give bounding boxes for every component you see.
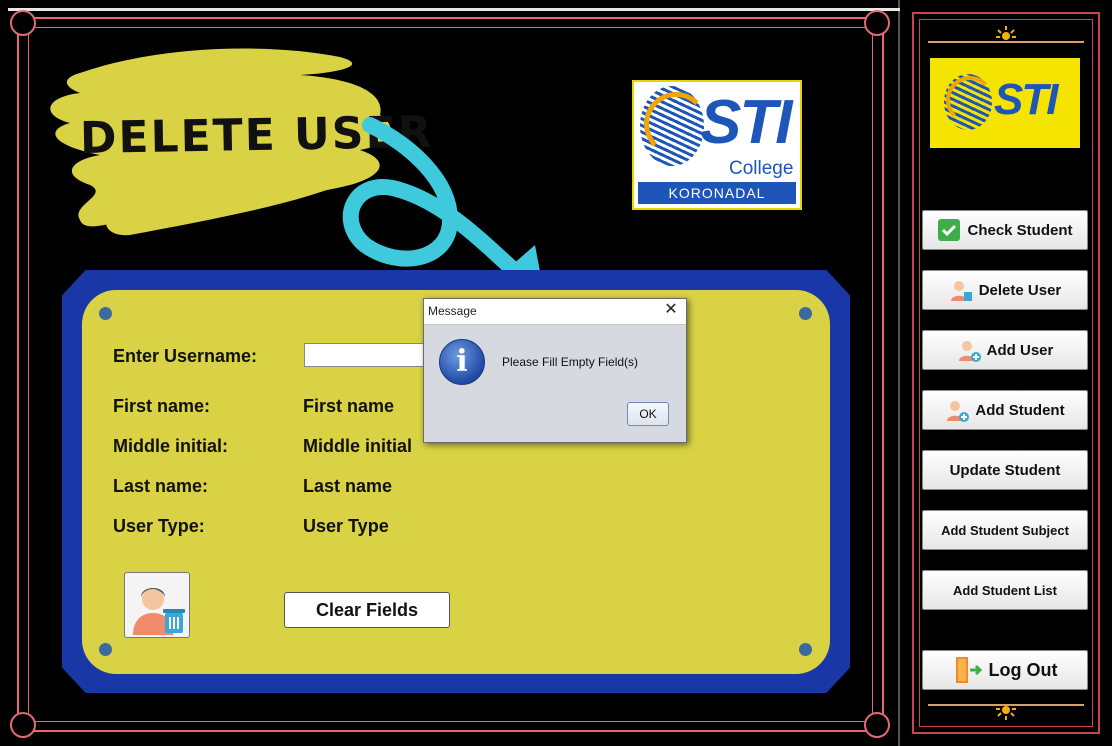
sidebar-button-label: Add Student List	[953, 582, 1057, 598]
frame-corner	[864, 712, 890, 738]
logo-campus: KORONADAL	[638, 182, 796, 204]
close-icon[interactable]: ✕	[662, 301, 680, 319]
add-student-list-button[interactable]: Add Student List	[922, 570, 1088, 610]
dialog-message: Please Fill Empty Field(s)	[502, 355, 639, 369]
frame-corner	[864, 10, 890, 36]
sidebar-button-label: Log Out	[988, 659, 1058, 680]
rivet	[799, 307, 812, 320]
sun-ornament-icon	[996, 706, 1016, 720]
info-icon: i	[439, 339, 485, 385]
rivet	[799, 643, 812, 656]
user-add-icon	[957, 338, 981, 362]
dialog-title: Message	[428, 304, 477, 318]
delete-user-button[interactable]	[124, 572, 190, 638]
sidebar-button-label: Delete User	[978, 281, 1062, 299]
user-type-value: User Type	[303, 516, 389, 536]
sidebar-button-label: Add Student	[975, 401, 1065, 419]
clear-fields-button[interactable]: Clear Fields	[284, 592, 450, 628]
first-name-label: First name:	[113, 396, 211, 416]
check-student-button[interactable]: Check Student	[922, 210, 1088, 250]
sidebar-logo: STI	[930, 58, 1080, 148]
frame-corner	[10, 10, 36, 36]
middle-initial-label: Middle initial:	[113, 436, 228, 456]
last-name-label: Last name:	[113, 476, 209, 496]
exit-door-icon	[953, 655, 983, 685]
user-trash-icon	[949, 278, 973, 302]
last-name-value: Last name	[303, 476, 393, 496]
frame-corner	[10, 712, 36, 738]
top-border	[8, 8, 900, 11]
log-out-button[interactable]: Log Out	[922, 650, 1088, 690]
sidebar: STI Check Student Delete User Add User A…	[912, 12, 1100, 734]
sidebar-button-label: Update Student	[949, 461, 1061, 479]
sti-college-logo: STI College KORONADAL	[632, 80, 802, 210]
middle-initial-value: Middle initial	[303, 436, 413, 456]
sidebar-button-label: Check Student	[967, 221, 1073, 239]
username-input[interactable]	[304, 343, 434, 367]
logo-brand: STI	[994, 75, 1058, 124]
user-type-label: User Type:	[113, 516, 205, 536]
username-label: Enter Username:	[113, 346, 258, 366]
sidebar-button-label: Add Student Subject	[941, 522, 1069, 538]
rivet	[99, 307, 112, 320]
add-student-subject-button[interactable]: Add Student Subject	[922, 510, 1088, 550]
rivet	[99, 643, 112, 656]
first-name-value: First name	[303, 396, 395, 416]
logo-subtitle: College	[729, 158, 794, 179]
sun-ornament-icon	[996, 26, 1016, 40]
add-user-button[interactable]: Add User	[922, 330, 1088, 370]
main-panel: DELETE USER STI College KORONADAL Enter …	[0, 0, 900, 746]
user-trash-icon	[133, 588, 185, 635]
dialog-titlebar[interactable]: Message ✕	[424, 299, 686, 325]
ok-button[interactable]: OK	[627, 402, 669, 426]
logo-brand: STI	[700, 88, 792, 157]
message-dialog: Message ✕ i Please Fill Empty Field(s) O…	[423, 298, 687, 443]
add-student-button[interactable]: Add Student	[922, 390, 1088, 430]
delete-user-nav-button[interactable]: Delete User	[922, 270, 1088, 310]
check-icon	[937, 218, 961, 242]
update-student-button[interactable]: Update Student	[922, 450, 1088, 490]
sidebar-button-label: Add User	[986, 341, 1054, 359]
user-add-icon	[945, 398, 970, 422]
